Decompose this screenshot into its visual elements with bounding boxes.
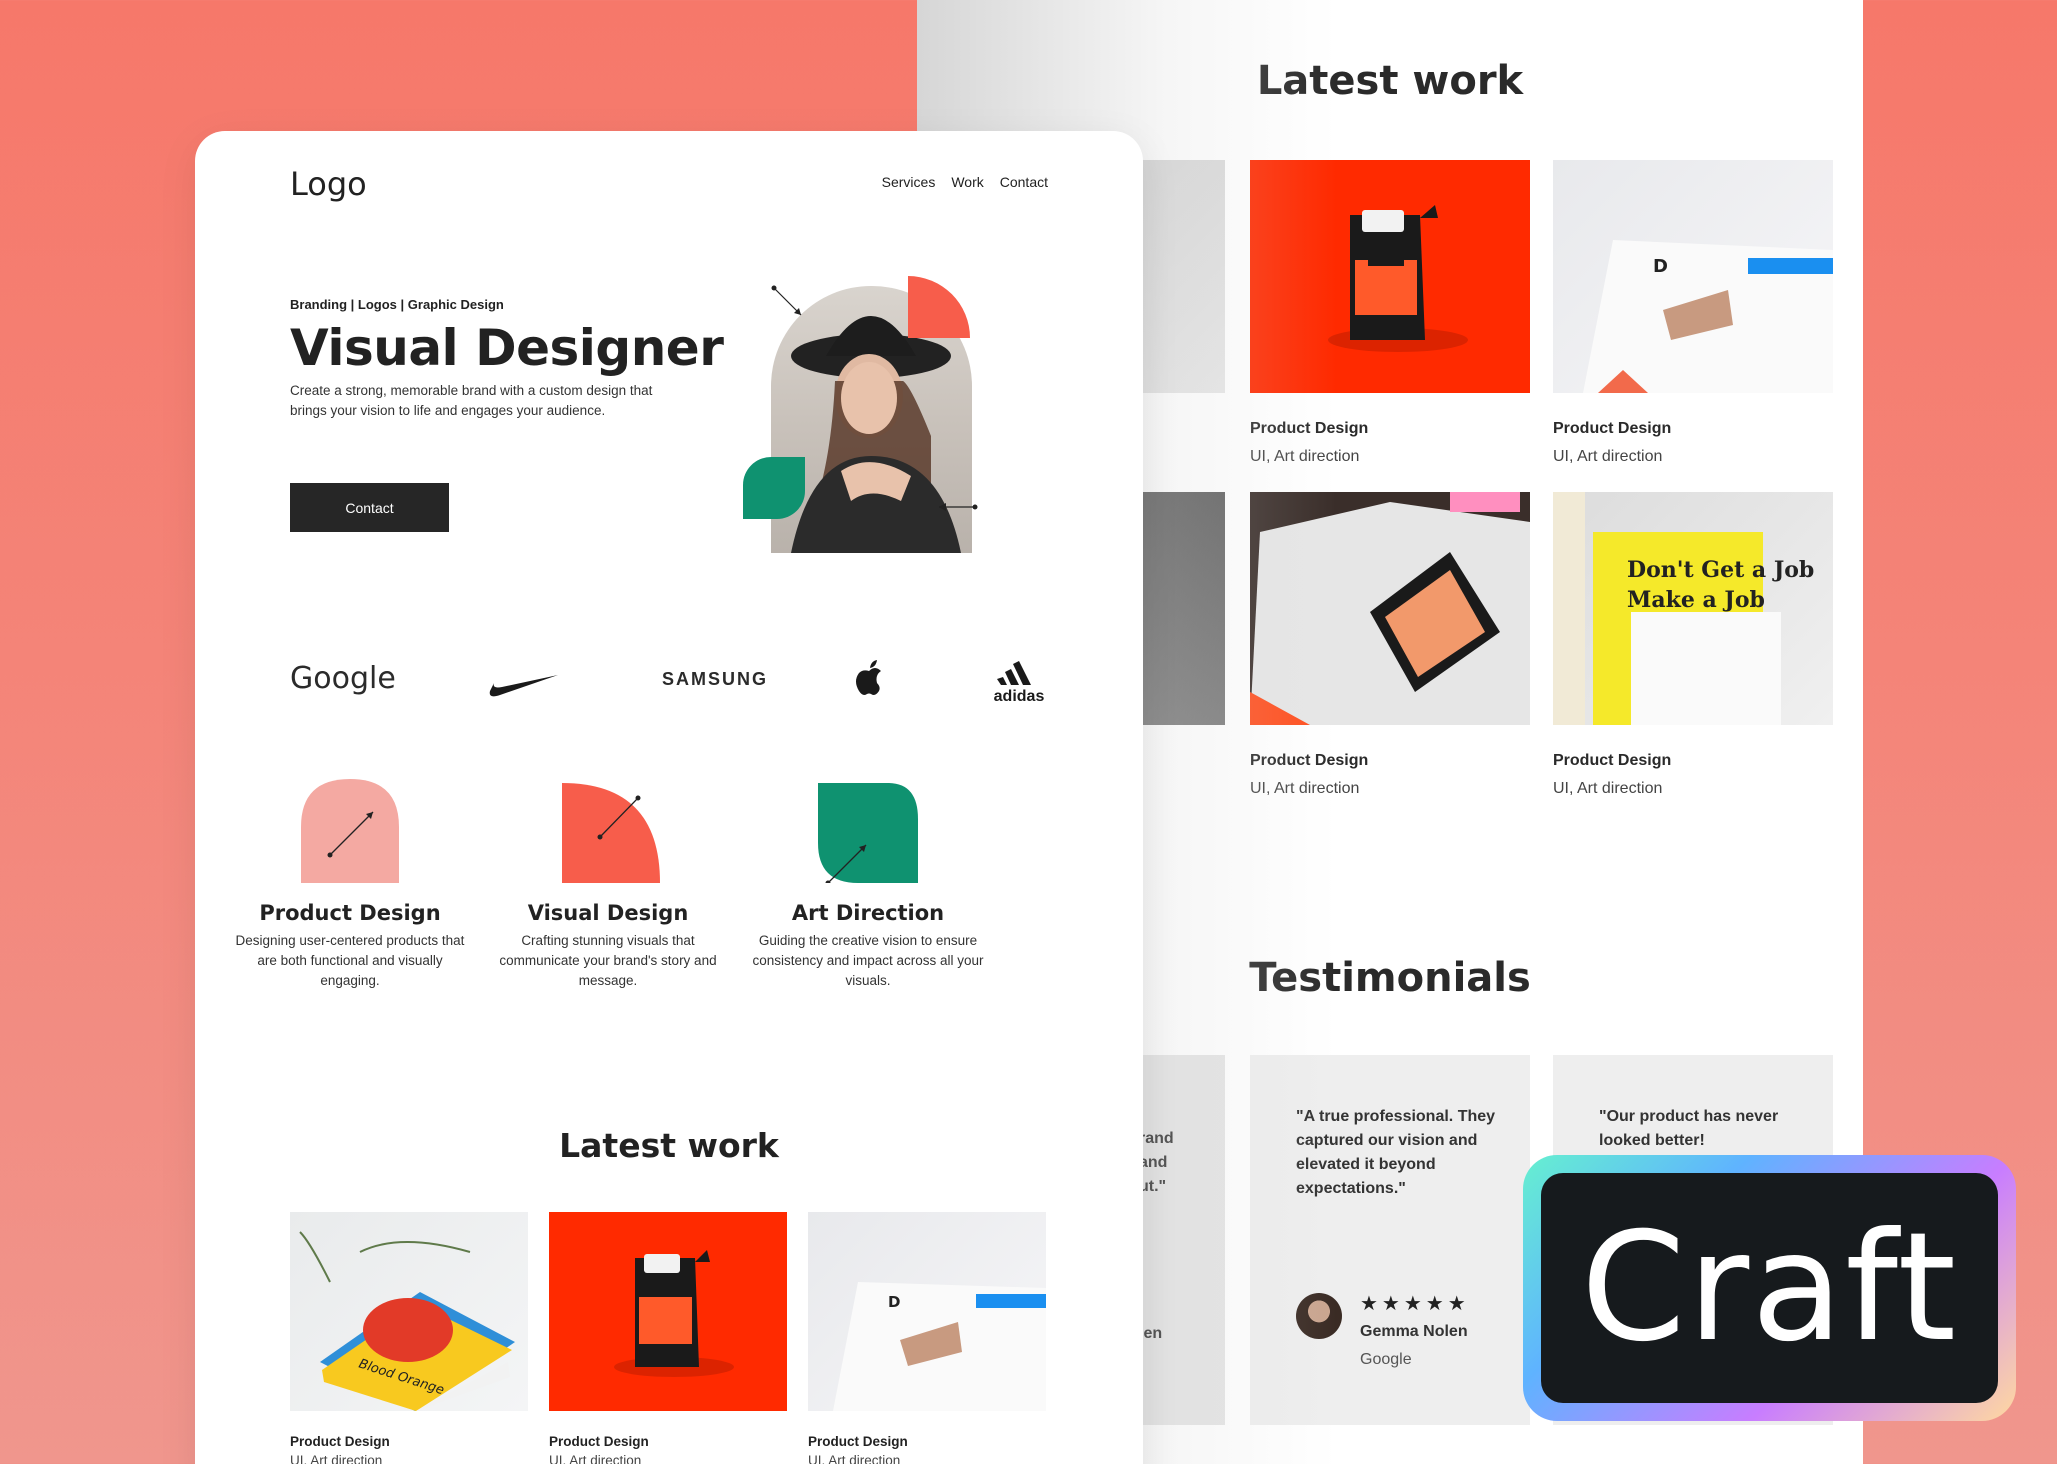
work-subtitle: UI, Art direction xyxy=(1553,448,1663,465)
paint-pouch-illustration xyxy=(614,1250,734,1377)
service-shape xyxy=(748,779,988,886)
service-title: Visual Design xyxy=(527,901,689,925)
rating-stars-icon: ★★★★★ xyxy=(1360,1293,1470,1315)
service-description: Designing user-centered products that ar… xyxy=(235,933,465,988)
work-card[interactable]: Blood Orange Product Design UI, Art dire… xyxy=(290,1212,528,1464)
site-logo[interactable]: Logo xyxy=(290,165,367,203)
top-nav: Services Work Contact xyxy=(882,174,1048,190)
hero-title: Visual Designer xyxy=(290,319,724,377)
service-description: Guiding the creative vision to ensure co… xyxy=(752,933,984,988)
work-card[interactable]: D Product Design UI, Art direction xyxy=(1553,160,1833,466)
work-thumbnail-print: D xyxy=(808,1212,1046,1411)
svg-text:D: D xyxy=(1653,256,1668,277)
testimonial-quote: "A true professional. They captured our … xyxy=(1296,1108,1496,1197)
work-subtitle: UI, Art direction xyxy=(1553,780,1663,797)
testimonial-company: Google xyxy=(1360,1351,1412,1368)
svg-text:Make a Job: Make a Job xyxy=(1627,587,1765,613)
testimonial-name: Gemma Nolen xyxy=(1360,1323,1468,1340)
print-page-illustration: D xyxy=(833,1282,1046,1411)
ghost-testimonial-fragment: rand and ut." xyxy=(1139,1130,1174,1195)
work-card[interactable]: Product Design UI, Art direction xyxy=(1250,492,1530,798)
work-subtitle: UI, Art direction xyxy=(549,1453,642,1464)
work-subtitle: UI, Art direction xyxy=(1250,448,1360,465)
svg-text:D: D xyxy=(888,1293,900,1311)
service-shape xyxy=(488,779,728,883)
hero-decorative-arrows xyxy=(771,285,978,511)
nike-swoosh-icon xyxy=(489,675,558,697)
work-card[interactable]: Product Design UI, Art direction xyxy=(549,1212,787,1464)
testimonial-quote: "Our product has never looked better! xyxy=(1599,1108,1779,1149)
pink-arch-icon xyxy=(301,779,399,883)
work-title: Product Design xyxy=(1553,420,1672,437)
work-thumbnail-paint-pouch xyxy=(1250,160,1530,393)
service-art-direction: Art Direction Guiding the creative visio… xyxy=(748,779,988,991)
print-page-illustration: D xyxy=(1583,240,1833,393)
open-book-illustration xyxy=(1250,492,1530,725)
work-card[interactable]: Product Design UI, Art direction xyxy=(1250,160,1530,466)
work-thumbnail-paint-pouch xyxy=(549,1212,787,1411)
work-subtitle: UI, Art direction xyxy=(808,1453,901,1464)
work-title: Product Design xyxy=(549,1434,649,1449)
paint-pouch-illustration xyxy=(1328,205,1468,352)
work-thumbnail-print: D xyxy=(1553,160,1833,393)
work-subtitle: UI, Art direction xyxy=(290,1453,383,1464)
service-description: Crafting stunning visuals that communica… xyxy=(499,933,717,988)
hero-description: Create a strong, memorable brand with a … xyxy=(290,383,653,418)
hero-tagline: Branding | Logos | Graphic Design xyxy=(290,297,504,312)
work-title: Product Design xyxy=(808,1434,908,1449)
google-logo: Google xyxy=(290,661,396,696)
testimonial-card: "A true professional. They captured our … xyxy=(1250,1055,1530,1425)
svg-text:Don't Get a Job: Don't Get a Job xyxy=(1627,557,1814,583)
samsung-logo: SAMSUNG xyxy=(662,669,769,689)
craft-badge-label: Craft xyxy=(1580,1201,1959,1375)
work-title: Product Design xyxy=(290,1434,390,1449)
work-subtitle: UI, Art direction xyxy=(1250,780,1360,797)
nav-contact-link[interactable]: Contact xyxy=(1000,174,1048,190)
front-latest-work-title: Latest work xyxy=(559,1126,779,1165)
service-title: Product Design xyxy=(259,901,441,925)
service-title: Art Direction xyxy=(791,901,945,925)
blood-orange-book-illustration: Blood Orange xyxy=(299,1231,515,1411)
work-card[interactable]: D Product Design UI, Art direction xyxy=(808,1212,1046,1464)
apple-logo-icon xyxy=(856,660,881,695)
work-thumbnail-open-book xyxy=(1250,492,1530,725)
work-card[interactable]: Don't Get a Job Make a Job Product Desig… xyxy=(1553,492,1833,798)
books-illustration: Don't Get a Job Make a Job xyxy=(1553,492,1814,725)
back-latest-work-title: Latest work xyxy=(1256,58,1524,104)
adidas-stripes-icon xyxy=(997,661,1031,685)
work-thumbnail-blood-orange: Blood Orange xyxy=(290,1212,528,1411)
work-title: Product Design xyxy=(1250,752,1369,769)
service-visual-design: Visual Design Crafting stunning visuals … xyxy=(488,779,728,991)
adidas-wordmark: adidas xyxy=(993,688,1045,705)
nav-services-link[interactable]: Services xyxy=(882,174,936,190)
craft-badge: Craft xyxy=(1523,1155,2016,1421)
craft-badge-inner: Craft xyxy=(1541,1173,1998,1403)
avatar xyxy=(1296,1293,1342,1339)
brand-logos-row: Google SAMSUNG adidas xyxy=(290,659,1048,719)
service-product-design: Product Design Designing user-centered p… xyxy=(230,779,470,991)
contact-button[interactable]: Contact xyxy=(290,483,449,532)
front-page: Logo Services Work Contact Branding | Lo… xyxy=(195,131,1143,1464)
work-title: Product Design xyxy=(1250,420,1369,437)
service-shape xyxy=(230,779,470,883)
work-thumbnail-books: Don't Get a Job Make a Job xyxy=(1553,492,1833,725)
hero-image-composition xyxy=(743,276,983,576)
work-title: Product Design xyxy=(1553,752,1672,769)
coral-quarter-icon xyxy=(562,783,660,883)
green-leaf-icon xyxy=(818,783,918,886)
nav-work-link[interactable]: Work xyxy=(951,174,983,190)
adidas-logo: adidas xyxy=(990,661,1048,705)
